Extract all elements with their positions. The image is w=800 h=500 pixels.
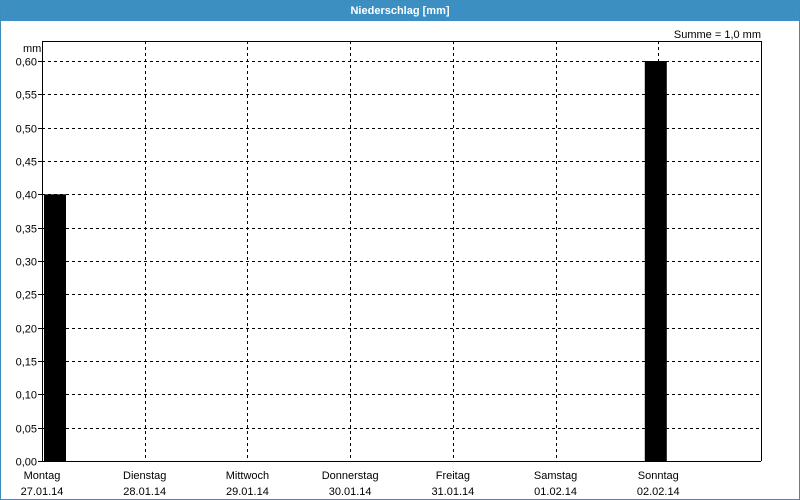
x-tick-day-label: Dienstag bbox=[123, 470, 166, 482]
x-tick-date-label: 27.01.14 bbox=[21, 486, 64, 498]
y-tick-label: 0,20 bbox=[16, 324, 37, 336]
x-tick-day-label: Mittwoch bbox=[226, 470, 269, 482]
x-tick-date-label: 01.02.14 bbox=[534, 486, 577, 498]
y-tick-label: 0,60 bbox=[16, 57, 37, 69]
x-tick-date-label: 28.01.14 bbox=[123, 486, 166, 498]
precipitation-chart: mm Summe = 1,0 mm 0,000,050,100,150,200,… bbox=[16, 29, 762, 498]
x-tick-labels: Montag 27.01.14 Dienstag 28.01.14 Mittwoch 29… bbox=[21, 470, 680, 498]
y-tick-labels: 0,00 0,05 0,10 0,15 0,20 0,25 0,30 0,35 0,40 0,45… bbox=[16, 57, 37, 469]
y-tick-label: 0,10 bbox=[16, 390, 37, 402]
x-tick-day-label: Samstag bbox=[534, 470, 577, 482]
x-tick-date-label: 30.01.14 bbox=[329, 486, 372, 498]
y-tick-label: 0,25 bbox=[16, 290, 37, 302]
x-tick-date-label: 02.02.14 bbox=[637, 486, 680, 498]
y-tick-label: 0,50 bbox=[16, 124, 37, 136]
bar-samstag bbox=[644, 61, 667, 461]
x-tick-day-label: Sonntag bbox=[638, 470, 679, 482]
x-tick-date-label: 31.01.14 bbox=[431, 486, 474, 498]
y-tick-label: 0,15 bbox=[16, 357, 37, 369]
y-tick-label: 0,55 bbox=[16, 90, 37, 102]
y-tick-label: 0,40 bbox=[16, 190, 37, 202]
y-tick-label: 0,30 bbox=[16, 257, 37, 269]
sum-label: Summe = 1,0 mm bbox=[674, 29, 761, 41]
bar-montag bbox=[44, 194, 66, 462]
y-tick-label: 0,35 bbox=[16, 224, 37, 236]
y-tick-label: 0,45 bbox=[16, 157, 37, 169]
y-tick-label: 0,05 bbox=[16, 424, 37, 436]
x-tick-day-label: Donnerstag bbox=[322, 470, 379, 482]
chart-window: Niederschlag [mm] mm Summe = 1,0 mm 0,00… bbox=[0, 0, 800, 500]
x-tick-day-label: Freitag bbox=[436, 470, 470, 482]
x-tick-date-label: 29.01.14 bbox=[226, 486, 269, 498]
y-axis-unit-label: mm bbox=[23, 43, 41, 55]
x-tick-day-label: Montag bbox=[24, 470, 61, 482]
y-tick-label: 0,00 bbox=[16, 457, 37, 469]
